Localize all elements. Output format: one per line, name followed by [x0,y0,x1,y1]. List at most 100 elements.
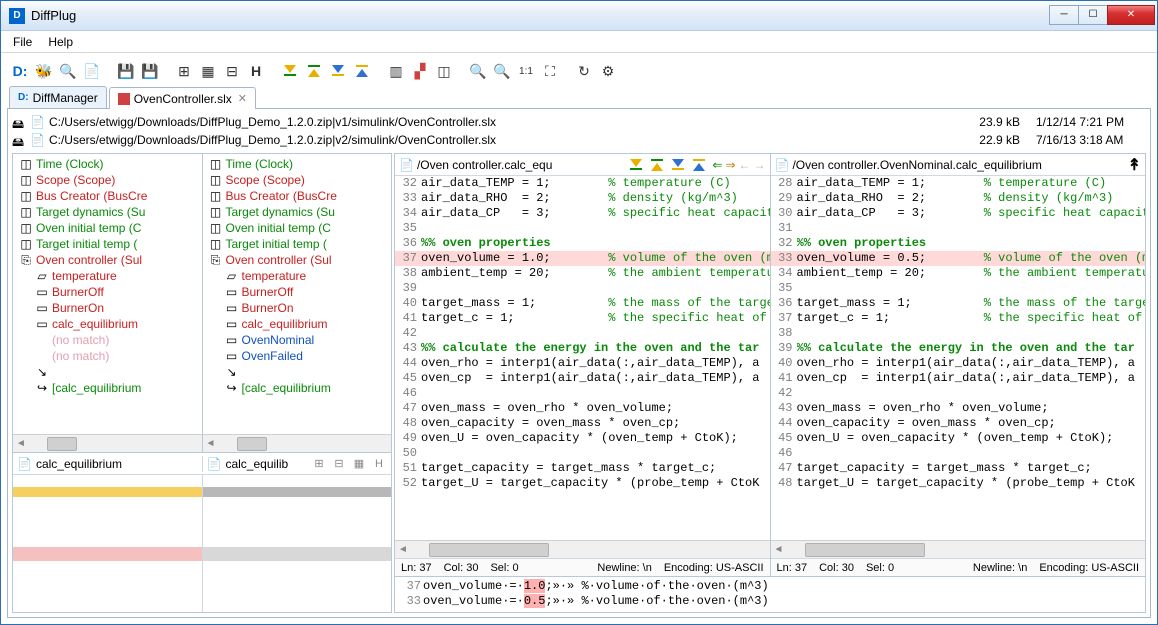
tree-item[interactable]: (no match) [13,348,202,364]
zoomin-icon[interactable]: 🔍 [467,60,489,82]
code-line[interactable]: 40oven_rho = interp1(air_data(:,air_data… [771,356,1146,371]
diff-first-icon[interactable] [279,60,301,82]
collapse-icon[interactable]: ⊟ [331,456,347,472]
tree-item[interactable]: ⎘Oven controller (Sul [13,252,202,268]
code-line[interactable]: 37oven_volume = 1.0; % volume of the ove… [395,251,770,266]
tree-item[interactable]: ⎘Oven controller (Sul [203,252,392,268]
tree-item[interactable]: ◫Bus Creator (BusCre [13,188,202,204]
code-line[interactable]: 39 [395,281,770,296]
collapse-icon[interactable]: ▦ [197,60,219,82]
expand-icon[interactable]: ⊞ [173,60,195,82]
expand-icon[interactable]: ⊞ [311,456,327,472]
code-line[interactable]: 45oven_U = oven_capacity * (oven_temp + … [771,431,1146,446]
tree-item[interactable]: ◫Time (Clock) [203,156,392,172]
code-line[interactable]: 41target_c = 1; % the specific heat of [395,311,770,326]
code-line[interactable]: 48oven_capacity = oven_mass * oven_cp; [395,416,770,431]
code-line[interactable]: 51target_capacity = target_mass * target… [395,461,770,476]
tree-item[interactable]: ↪[calc_equilibrium [13,380,202,396]
code-line[interactable]: 42 [395,326,770,341]
saveall-icon[interactable]: 💾 [139,60,161,82]
code-line[interactable]: 36target_mass = 1; % the mass of the tar… [771,296,1146,311]
tree-item[interactable]: ◫Oven initial temp (C [13,220,202,236]
scrollbar-h[interactable]: ◄ [13,434,202,452]
diff-next-icon[interactable] [327,60,349,82]
code-line[interactable]: 38 [771,326,1146,341]
diff-next-icon[interactable] [670,157,688,173]
tree-item[interactable]: ▭OvenFailed [203,348,392,364]
code-line[interactable]: 44oven_rho = interp1(air_data(:,air_data… [395,356,770,371]
highlight-icon[interactable]: H [245,60,267,82]
code-line[interactable]: 40target_mass = 1; % the mass of the tar… [395,296,770,311]
code-line[interactable]: 42 [771,386,1146,401]
h-icon[interactable]: H [371,456,387,472]
tree-item[interactable]: ◫Time (Clock) [13,156,202,172]
code-line[interactable]: 32%% oven properties [771,236,1146,251]
code-line[interactable]: 33oven_volume = 0.5; % volume of the ove… [771,251,1146,266]
magnify-icon[interactable]: 🔍 [57,60,79,82]
layout3-icon[interactable]: ◫ [433,60,455,82]
code-line[interactable]: 46 [395,386,770,401]
tab-ovencontroller[interactable]: OvenController.slx ✕ [109,87,256,109]
code-line[interactable]: 28air_data_TEMP = 1; % temperature (C) [771,176,1146,191]
menu-help[interactable]: Help [42,33,79,51]
tab-close-icon[interactable]: ✕ [238,92,247,105]
logo-icon[interactable]: D: [9,60,31,82]
code-line[interactable]: 38ambient_temp = 20; % the ambient tempe… [395,266,770,281]
tree-item[interactable]: ◫Scope (Scope) [203,172,392,188]
scrollbar-h[interactable]: ◄ [395,540,770,558]
grid-icon[interactable]: ▦ [351,456,367,472]
diff-first-icon[interactable] [628,157,646,173]
diff-last-icon[interactable] [351,60,373,82]
code-line[interactable]: 47target_capacity = target_mass * target… [771,461,1146,476]
code-line[interactable]: 32air_data_TEMP = 1; % temperature (C) [395,176,770,191]
tree-item[interactable]: (no match) [13,332,202,348]
diff-last-icon[interactable] [691,157,709,173]
tree-item[interactable]: ◫Scope (Scope) [13,172,202,188]
search-icon[interactable]: 🐝 [33,60,55,82]
code-line[interactable]: 29air_data_RHO = 2; % density (kg/m^3) [771,191,1146,206]
zoomfit-icon[interactable]: ⛶ [539,60,561,82]
tree-item[interactable]: ▭BurnerOff [203,284,392,300]
mini-right[interactable] [202,475,392,612]
maximize-button[interactable]: ☐ [1078,5,1108,25]
layout2-icon[interactable]: ▞ [409,60,431,82]
minimize-button[interactable]: ─ [1049,5,1079,25]
code-line[interactable]: 47oven_mass = oven_rho * oven_volume; [395,401,770,416]
tree-item[interactable]: ▭BurnerOn [13,300,202,316]
tree-item[interactable]: ↘ [13,364,202,380]
tree-item[interactable]: ◫Target initial temp ( [13,236,202,252]
titlebar[interactable]: D DiffPlug ─ ☐ ✕ [1,1,1157,31]
save-icon[interactable]: 💾 [115,60,137,82]
code-line[interactable]: 39%% calculate the energy in the oven an… [771,341,1146,356]
tree-item[interactable]: ▱temperature [13,268,202,284]
tree-item[interactable]: ↘ [203,364,392,380]
tree-item[interactable]: ◫Oven initial temp (C [203,220,392,236]
code-line[interactable]: 34ambient_temp = 20; % the ambient tempe… [771,266,1146,281]
code-line[interactable]: 30air_data_CP = 3; % specific heat capac… [771,206,1146,221]
code-line[interactable]: 44oven_capacity = oven_mass * oven_cp; [771,416,1146,431]
scrollbar-h[interactable]: ◄ [771,540,1146,558]
code-line[interactable]: 46 [771,446,1146,461]
tree-item[interactable]: ▭BurnerOff [13,284,202,300]
tree-right[interactable]: ◫Time (Clock)◫Scope (Scope)◫Bus Creator … [202,154,392,452]
layout1-icon[interactable]: ▥ [385,60,407,82]
doc-icon[interactable]: 📄 [81,60,103,82]
code-line[interactable]: 45oven_cp = interp1(air_data(:,air_data_… [395,371,770,386]
minus-icon[interactable]: ⊟ [221,60,243,82]
nav-fwd-icon[interactable]: → [754,158,766,172]
code-line[interactable]: 35 [395,221,770,236]
tree-item[interactable]: ▱temperature [203,268,392,284]
code-line[interactable]: 43oven_mass = oven_rho * oven_volume; [771,401,1146,416]
tree-item[interactable]: ◫Target dynamics (Su [13,204,202,220]
mini-left[interactable] [13,475,202,612]
tree-item[interactable]: ▭calc_equilibrium [203,316,392,332]
nav-back-icon[interactable]: ← [739,158,751,172]
zoom11-icon[interactable]: 1:1 [515,60,537,82]
diff-prev-icon[interactable] [649,157,667,173]
tree-item[interactable]: ▭BurnerOn [203,300,392,316]
menu-file[interactable]: File [7,33,38,51]
code-line[interactable]: 34air_data_CP = 3; % specific heat capac… [395,206,770,221]
code-line[interactable]: 36%% oven properties [395,236,770,251]
tree-item[interactable]: ◫Target initial temp ( [203,236,392,252]
close-button[interactable]: ✕ [1107,5,1155,25]
